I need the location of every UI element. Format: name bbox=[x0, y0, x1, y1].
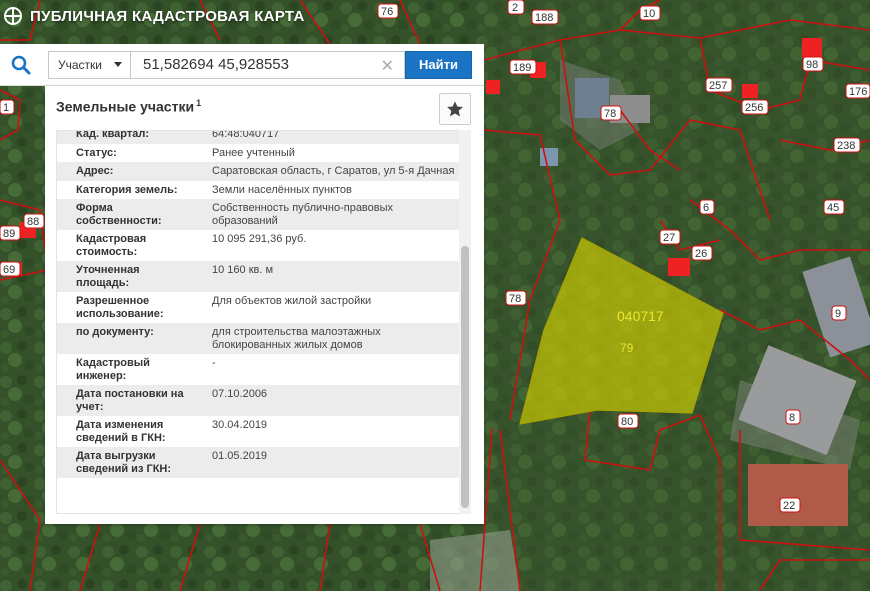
search-bar: Участки 51,582694 45,928553 ✕ Найти bbox=[0, 44, 484, 86]
svg-text:188: 188 bbox=[535, 12, 553, 24]
attribute-value: 30.04.2019 bbox=[212, 419, 268, 431]
svg-text:89: 89 bbox=[3, 228, 15, 240]
table-row: Дата изменения сведений в ГКН: 30.04.2019 bbox=[57, 416, 467, 447]
result-count: 1 bbox=[196, 98, 202, 108]
scrollbar-thumb[interactable] bbox=[461, 246, 469, 508]
table-row: Кад. квартал: 64:48:040717 bbox=[57, 131, 467, 144]
logo-icon bbox=[4, 7, 22, 25]
parcel-code-label: 040717 bbox=[617, 308, 664, 324]
table-row: Кадастровый инженер: - bbox=[57, 354, 467, 385]
clearing bbox=[430, 530, 520, 591]
svg-text:98: 98 bbox=[806, 59, 818, 71]
scrollbar[interactable] bbox=[459, 130, 471, 514]
table-row: Дата постановки на учет: 07.10.2006 bbox=[57, 385, 467, 416]
attribute-label: Кадастровая стоимость: bbox=[76, 233, 147, 258]
attribute-label: Категория земель: bbox=[76, 183, 178, 196]
building bbox=[540, 148, 558, 166]
table-row: по документу: для строительства малоэтажн… bbox=[57, 323, 467, 354]
search-icon[interactable] bbox=[0, 44, 42, 86]
find-button[interactable]: Найти bbox=[405, 50, 472, 79]
parcel-number-label: 79 bbox=[620, 341, 634, 355]
attribute-value: 07.10.2006 bbox=[194, 385, 467, 416]
attribute-label: Форма собственности: bbox=[57, 199, 194, 230]
attributes-scroll-area[interactable]: Кад. квартал: 64:48:040717 Статус: Ранее уч… bbox=[56, 130, 471, 514]
attribute-label: Кадастровый инженер: bbox=[76, 357, 150, 382]
attribute-value: 10 160 кв. м bbox=[194, 261, 467, 292]
red-roof bbox=[486, 80, 500, 94]
attribute-value: 10 095 291,36 руб. bbox=[212, 233, 307, 245]
attribute-value: Для объектов жилой застройки bbox=[212, 295, 372, 307]
svg-text:78: 78 bbox=[604, 108, 616, 120]
svg-text:2: 2 bbox=[512, 2, 518, 14]
attribute-label: Уточненная площадь: bbox=[57, 261, 194, 292]
table-row: Разрешенное использование: Для объектов ж… bbox=[57, 292, 467, 323]
app-title: ПУБЛИЧНАЯ КАДАСТРОВАЯ КАРТА bbox=[30, 7, 305, 25]
attribute-label: Дата постановки на учет: bbox=[57, 385, 194, 416]
red-roof bbox=[742, 84, 758, 98]
app-header: ПУБЛИЧНАЯ КАДАСТРОВАЯ КАРТА bbox=[0, 0, 305, 32]
table-row: Статус: Ранее учтенный bbox=[57, 144, 467, 163]
table-row: Адрес: Саратовская область, г Саратов, ул… bbox=[57, 162, 467, 181]
svg-text:27: 27 bbox=[663, 232, 675, 244]
svg-text:1: 1 bbox=[3, 102, 9, 114]
svg-text:26: 26 bbox=[695, 248, 707, 260]
attributes-table: Кад. квартал: 64:48:040717 Статус: Ранее уч… bbox=[57, 131, 467, 478]
clear-icon[interactable]: ✕ bbox=[381, 56, 394, 76]
info-panel: Земельные участки 1 Кад. квартал: 64:48:04… bbox=[45, 86, 484, 524]
svg-text:257: 257 bbox=[709, 80, 727, 92]
attribute-value: для строительства малоэтажных блокирован… bbox=[194, 323, 467, 354]
attribute-label: Адрес: bbox=[57, 162, 194, 181]
table-row: Дата выгрузки сведений из ГКН: 01.05.2019 bbox=[57, 447, 467, 478]
attribute-value: Саратовская область, г Саратов, ул 5-я Д… bbox=[194, 162, 467, 181]
svg-text:176: 176 bbox=[849, 86, 867, 98]
attribute-label: по документу: bbox=[57, 323, 194, 354]
svg-text:8: 8 bbox=[789, 412, 795, 424]
chevron-down-icon bbox=[114, 62, 122, 67]
svg-text:69: 69 bbox=[3, 264, 15, 276]
svg-text:256: 256 bbox=[745, 102, 763, 114]
attribute-value: Собственность публично-правовых образова… bbox=[194, 199, 467, 230]
svg-text:88: 88 bbox=[27, 216, 39, 228]
attribute-label: Кад. квартал: bbox=[57, 131, 194, 144]
search-input-value: 51,582694 45,928553 bbox=[143, 56, 289, 73]
red-roof bbox=[668, 258, 690, 276]
svg-text:76: 76 bbox=[381, 6, 393, 18]
svg-text:45: 45 bbox=[827, 202, 839, 214]
svg-text:189: 189 bbox=[513, 62, 531, 74]
attribute-label: Дата выгрузки сведений из ГКН: bbox=[57, 447, 194, 478]
attribute-label: Разрешенное использование: bbox=[76, 295, 164, 320]
svg-text:80: 80 bbox=[621, 416, 633, 428]
svg-text:9: 9 bbox=[835, 308, 841, 320]
table-row: Категория земель: Земли населённых пункто… bbox=[57, 181, 467, 200]
search-type-select[interactable]: Участки bbox=[48, 50, 130, 79]
svg-text:78: 78 bbox=[509, 293, 521, 305]
svg-text:238: 238 bbox=[837, 140, 855, 152]
quarter-link[interactable]: 64:48:040717 bbox=[194, 131, 467, 144]
sports-ground bbox=[748, 464, 848, 526]
attribute-value: 01.05.2019 bbox=[194, 447, 467, 478]
table-row: Уточненная площадь: 10 160 кв. м bbox=[57, 261, 467, 292]
favorite-button[interactable] bbox=[439, 93, 471, 125]
svg-text:10: 10 bbox=[643, 8, 655, 20]
svg-text:6: 6 bbox=[703, 202, 709, 214]
table-row: Форма собственности: Собственность публич… bbox=[57, 199, 467, 230]
panel-title: Земельные участки 1 bbox=[56, 98, 202, 115]
star-icon bbox=[447, 101, 463, 117]
attribute-label: Статус: bbox=[76, 146, 117, 159]
attribute-value: Земли населённых пунктов bbox=[212, 183, 352, 196]
red-roof bbox=[802, 38, 822, 58]
table-row: Кадастровая стоимость: 10 095 291,36 руб. bbox=[57, 230, 467, 261]
search-type-label: Участки bbox=[58, 57, 102, 72]
attribute-value: - bbox=[212, 357, 216, 369]
attribute-label: Дата изменения сведений в ГКН: bbox=[76, 419, 166, 444]
attribute-value: Ранее учтенный bbox=[212, 146, 295, 159]
svg-text:22: 22 bbox=[783, 500, 795, 512]
search-input[interactable]: 51,582694 45,928553 ✕ bbox=[130, 50, 405, 79]
